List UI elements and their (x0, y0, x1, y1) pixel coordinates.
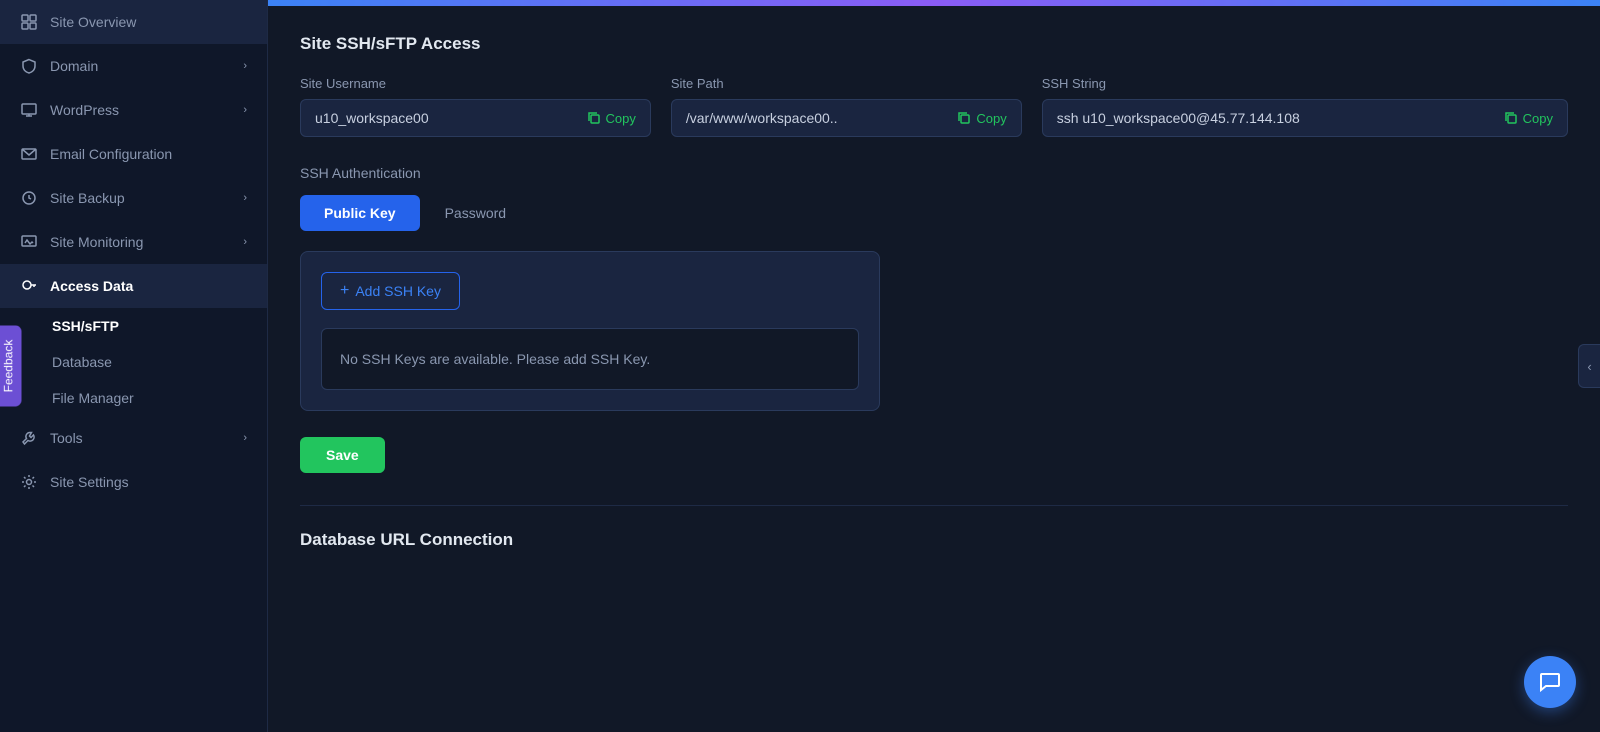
sidebar-label: Email Configuration (50, 146, 172, 162)
monitoring-icon (20, 233, 38, 251)
shield-icon (20, 57, 38, 75)
sidebar-item-wordpress[interactable]: WordPress › (0, 88, 267, 132)
fields-row: Site Username u10_workspace00 Copy Site … (300, 76, 1568, 137)
copy-label: Copy (976, 111, 1006, 126)
chat-button[interactable] (1524, 656, 1576, 708)
sidebar-item-monitoring[interactable]: Site Monitoring › (0, 220, 267, 264)
tool-icon (20, 429, 38, 447)
path-label: Site Path (671, 76, 1022, 91)
collapse-sidebar-button[interactable]: ‹ (1578, 344, 1600, 388)
chevron-left-icon: ‹ (1587, 359, 1591, 374)
chevron-right-icon: › (243, 60, 247, 72)
field-group-username: Site Username u10_workspace00 Copy (300, 76, 651, 137)
sidebar-label: Domain (50, 58, 98, 74)
chevron-right-icon: › (243, 432, 247, 444)
field-group-ssh-string: SSH String ssh u10_workspace00@45.77.144… (1042, 76, 1568, 137)
username-label: Site Username (300, 76, 651, 91)
backup-icon (20, 189, 38, 207)
path-input-wrap: /var/www/workspace00.. Copy (671, 99, 1022, 137)
ssh-string-value: ssh u10_workspace00@45.77.144.108 (1057, 110, 1496, 126)
sidebar-label: Site Monitoring (50, 234, 143, 250)
ssh-string-label: SSH String (1042, 76, 1568, 91)
ssh-key-box: + Add SSH Key No SSH Keys are available.… (300, 251, 880, 411)
section-title: Site SSH/sFTP Access (300, 34, 1568, 54)
key-icon (20, 277, 38, 295)
copy-username-button[interactable]: Copy (587, 111, 636, 126)
copy-path-button[interactable]: Copy (957, 111, 1006, 126)
plus-icon: + (340, 282, 349, 300)
sidebar-item-backup[interactable]: Site Backup › (0, 176, 267, 220)
tab-password[interactable]: Password (420, 195, 531, 231)
sidebar-label: Site Backup (50, 190, 125, 206)
sidebar-item-site-overview[interactable]: Site Overview (0, 0, 267, 44)
save-button[interactable]: Save (300, 437, 385, 473)
mail-icon (20, 145, 38, 163)
sidebar-item-settings[interactable]: Site Settings (0, 460, 267, 504)
db-section-title: Database URL Connection (300, 530, 1568, 550)
ssh-auth-section: SSH Authentication Public Key Password +… (300, 165, 1568, 473)
feedback-tab[interactable]: Feedback (0, 326, 21, 407)
username-input-wrap: u10_workspace00 Copy (300, 99, 651, 137)
sidebar-item-domain[interactable]: Domain › (0, 44, 267, 88)
sidebar-subitem-ssh-sftp[interactable]: SSH/sFTP (0, 308, 267, 344)
no-keys-message-box: No SSH Keys are available. Please add SS… (321, 328, 859, 390)
ssh-string-input-wrap: ssh u10_workspace00@45.77.144.108 Copy (1042, 99, 1568, 137)
sidebar-subitem-file-manager[interactable]: File Manager (0, 380, 267, 416)
gear-icon (20, 473, 38, 491)
chevron-right-icon: › (243, 236, 247, 248)
path-value: /var/www/workspace00.. (686, 110, 950, 126)
db-section: Database URL Connection (300, 505, 1568, 550)
sidebar-item-email[interactable]: Email Configuration (0, 132, 267, 176)
auth-tabs: Public Key Password (300, 195, 1568, 231)
chevron-right-icon: › (243, 192, 247, 204)
main-content: Site SSH/sFTP Access Site Username u10_w… (268, 0, 1600, 732)
subitem-label: SSH/sFTP (52, 318, 119, 334)
grid-icon (20, 13, 38, 31)
sidebar-label: Site Settings (50, 474, 129, 490)
ssh-auth-title: SSH Authentication (300, 165, 1568, 181)
chat-icon (1539, 671, 1561, 693)
add-ssh-key-button[interactable]: + Add SSH Key (321, 272, 460, 310)
sidebar-label: Site Overview (50, 14, 136, 30)
copy-label: Copy (1523, 111, 1553, 126)
sidebar: Site Overview Domain › WordPress › (0, 0, 268, 732)
tab-public-key[interactable]: Public Key (300, 195, 420, 231)
sidebar-subitem-database[interactable]: Database (0, 344, 267, 380)
subitem-label: File Manager (52, 390, 134, 406)
add-ssh-key-label: Add SSH Key (355, 283, 441, 299)
chevron-right-icon: › (243, 104, 247, 116)
field-group-path: Site Path /var/www/workspace00.. Copy (671, 76, 1022, 137)
subitem-label: Database (52, 354, 112, 370)
sidebar-label: Access Data (50, 278, 133, 294)
username-value: u10_workspace00 (315, 110, 579, 126)
sidebar-label: Tools (50, 430, 83, 446)
feedback-label: Feedback (1, 340, 15, 393)
sidebar-label: WordPress (50, 102, 119, 118)
copy-label: Copy (606, 111, 636, 126)
sidebar-item-access-data[interactable]: Access Data (0, 264, 267, 308)
no-keys-message: No SSH Keys are available. Please add SS… (340, 351, 650, 367)
sidebar-item-tools[interactable]: Tools › (0, 416, 267, 460)
monitor-icon (20, 101, 38, 119)
copy-ssh-string-button[interactable]: Copy (1504, 111, 1553, 126)
